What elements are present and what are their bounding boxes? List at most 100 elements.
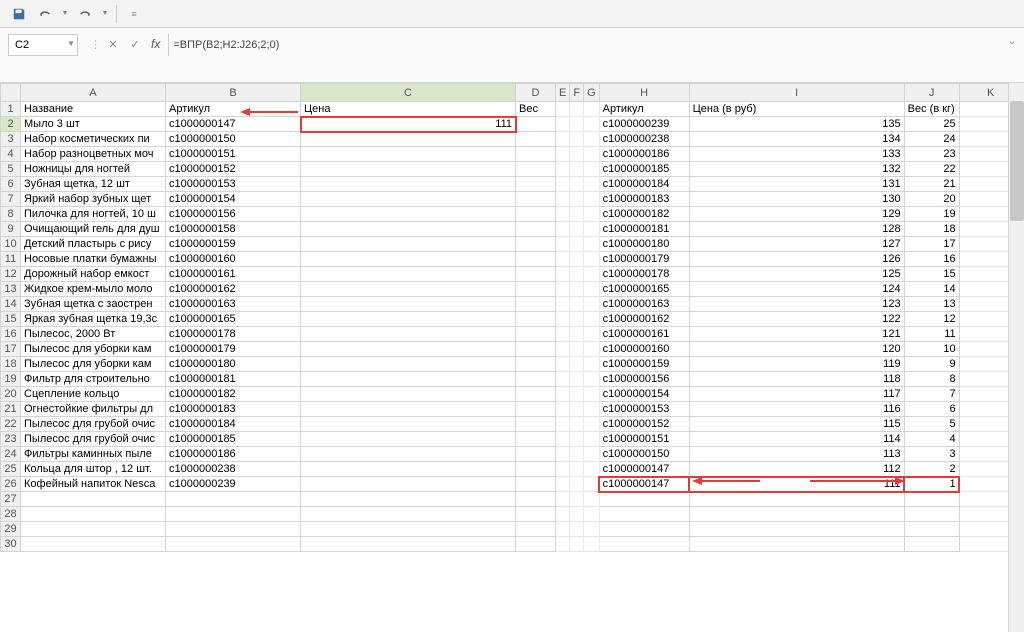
column-header[interactable]: C	[301, 84, 516, 102]
cell[interactable]	[584, 507, 600, 522]
cell[interactable]	[21, 492, 166, 507]
cell[interactable]	[516, 462, 556, 477]
cell[interactable]	[570, 177, 584, 192]
cell[interactable]: с1000000151	[599, 432, 689, 447]
cell[interactable]	[584, 117, 600, 132]
cell[interactable]: 14	[904, 282, 959, 297]
cell[interactable]: 123	[689, 297, 904, 312]
cell[interactable]	[584, 132, 600, 147]
cell[interactable]	[516, 327, 556, 342]
cell[interactable]	[301, 282, 516, 297]
cell[interactable]	[516, 162, 556, 177]
cell[interactable]	[570, 192, 584, 207]
column-header[interactable]: D	[516, 84, 556, 102]
cell[interactable]: 11	[904, 327, 959, 342]
cell[interactable]: 3	[904, 447, 959, 462]
cell[interactable]: с1000000165	[166, 312, 301, 327]
cell[interactable]	[516, 492, 556, 507]
cell[interactable]: 131	[689, 177, 904, 192]
cell[interactable]	[556, 117, 570, 132]
row-header[interactable]: 16	[1, 327, 21, 342]
cell[interactable]: с1000000184	[166, 417, 301, 432]
cell[interactable]	[516, 192, 556, 207]
cell[interactable]: с1000000156	[599, 372, 689, 387]
cell[interactable]	[516, 267, 556, 282]
dropdown-icon[interactable]: ▼	[60, 3, 70, 25]
cell[interactable]: Вес (в кг)	[904, 102, 959, 117]
cell[interactable]: Цена (в руб)	[689, 102, 904, 117]
cancel-formula-button[interactable]: ✕	[103, 34, 123, 54]
cell[interactable]: 119	[689, 357, 904, 372]
cell[interactable]: 135	[689, 117, 904, 132]
cell[interactable]	[584, 147, 600, 162]
cell[interactable]	[301, 462, 516, 477]
cell[interactable]: 18	[904, 222, 959, 237]
cell[interactable]	[556, 477, 570, 492]
cell[interactable]: с1000000182	[166, 387, 301, 402]
cell[interactable]	[570, 372, 584, 387]
cell[interactable]: Вес	[516, 102, 556, 117]
cell[interactable]	[570, 207, 584, 222]
row-header[interactable]: 10	[1, 237, 21, 252]
cell[interactable]: 121	[689, 327, 904, 342]
cell[interactable]	[584, 522, 600, 537]
cell[interactable]	[556, 312, 570, 327]
row-header[interactable]: 5	[1, 162, 21, 177]
cell[interactable]: Кольца для штор , 12 шт.	[21, 462, 166, 477]
cell[interactable]	[516, 237, 556, 252]
cell[interactable]	[904, 492, 959, 507]
cell[interactable]: с1000000156	[166, 207, 301, 222]
cell[interactable]	[584, 372, 600, 387]
cell[interactable]: 128	[689, 222, 904, 237]
cell[interactable]	[570, 147, 584, 162]
cell[interactable]	[570, 507, 584, 522]
cell[interactable]	[584, 447, 600, 462]
cell[interactable]	[301, 177, 516, 192]
row-header[interactable]: 11	[1, 252, 21, 267]
row-header[interactable]: 27	[1, 492, 21, 507]
cell[interactable]: 23	[904, 147, 959, 162]
cell[interactable]	[570, 447, 584, 462]
row-header[interactable]: 19	[1, 372, 21, 387]
cell[interactable]: с1000000186	[166, 447, 301, 462]
column-header[interactable]: A	[21, 84, 166, 102]
cell[interactable]	[301, 147, 516, 162]
cell[interactable]: 15	[904, 267, 959, 282]
cell[interactable]: с1000000154	[166, 192, 301, 207]
cell[interactable]: с1000000152	[599, 417, 689, 432]
cell[interactable]	[556, 387, 570, 402]
cell[interactable]: 10	[904, 342, 959, 357]
cell[interactable]: 114	[689, 432, 904, 447]
cell[interactable]: Набор разноцветных моч	[21, 147, 166, 162]
cell[interactable]: Яркий набор зубных щет	[21, 192, 166, 207]
undo-button[interactable]	[34, 3, 56, 25]
cell[interactable]: с1000000159	[166, 237, 301, 252]
cell[interactable]: Фильтры каминных пыле	[21, 447, 166, 462]
cell[interactable]	[556, 132, 570, 147]
cell[interactable]: Пылесос для грубой очис	[21, 417, 166, 432]
cell[interactable]: Артикул	[166, 102, 301, 117]
cell[interactable]: 19	[904, 207, 959, 222]
cell[interactable]	[166, 507, 301, 522]
cell[interactable]	[570, 417, 584, 432]
cell[interactable]: с1000000178	[599, 267, 689, 282]
cell[interactable]: 112	[689, 462, 904, 477]
cell[interactable]	[516, 297, 556, 312]
cell[interactable]: с1000000150	[166, 132, 301, 147]
cell[interactable]	[570, 297, 584, 312]
cell[interactable]	[556, 267, 570, 282]
cell[interactable]	[301, 192, 516, 207]
cell[interactable]	[584, 342, 600, 357]
cell[interactable]	[556, 537, 570, 552]
cell[interactable]	[301, 522, 516, 537]
cell[interactable]: 111	[689, 477, 904, 492]
cell[interactable]	[21, 537, 166, 552]
cell[interactable]	[570, 357, 584, 372]
cell[interactable]: с1000000238	[599, 132, 689, 147]
cell[interactable]	[301, 297, 516, 312]
cell[interactable]: с1000000158	[166, 222, 301, 237]
cell[interactable]: с1000000183	[166, 402, 301, 417]
cell[interactable]	[570, 117, 584, 132]
cell[interactable]	[584, 297, 600, 312]
cell[interactable]: 16	[904, 252, 959, 267]
